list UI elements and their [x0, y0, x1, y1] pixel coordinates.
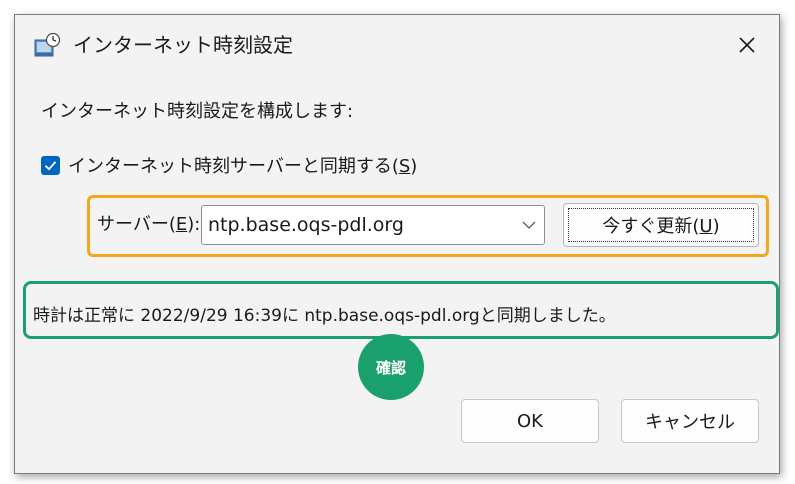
cancel-button[interactable]: キャンセル — [621, 399, 759, 443]
clock-settings-icon — [34, 32, 61, 57]
instruction-text: インターネット時刻設定を構成します: — [41, 101, 354, 122]
sync-status-text: 時計は正常に 2022/9/29 16:39に ntp.base.oqs-pdl… — [33, 306, 616, 326]
sync-checkbox-row[interactable]: インターネット時刻サーバーと同期する(S) — [41, 153, 417, 177]
dialog-title: インターネット時刻設定 — [73, 33, 293, 57]
cancel-label: キャンセル — [645, 412, 735, 433]
confirm-badge: 確認 — [358, 334, 424, 400]
title-bar: インターネット時刻設定 — [15, 15, 779, 75]
update-now-label: 今すぐ更新(U) — [602, 216, 720, 237]
server-combobox[interactable]: ntp.base.oqs-pdl.org — [201, 205, 545, 245]
ok-label: OK — [517, 410, 543, 432]
page: インターネット時刻設定 インターネット時刻設定を構成します: インターネット時刻… — [0, 0, 795, 484]
checkmark-icon — [44, 160, 57, 171]
chevron-down-icon[interactable] — [514, 206, 544, 244]
server-label: サーバー(E): — [97, 214, 201, 235]
update-now-button[interactable]: 今すぐ更新(U) — [563, 203, 759, 247]
close-icon — [739, 37, 755, 53]
close-button[interactable] — [731, 29, 763, 61]
server-value[interactable]: ntp.base.oqs-pdl.org — [202, 214, 514, 236]
sync-checkbox[interactable] — [41, 155, 60, 175]
ok-button[interactable]: OK — [461, 399, 599, 443]
internet-time-dialog: インターネット時刻設定 インターネット時刻設定を構成します: インターネット時刻… — [14, 14, 780, 474]
sync-checkbox-label: インターネット時刻サーバーと同期する(S) — [68, 156, 418, 177]
